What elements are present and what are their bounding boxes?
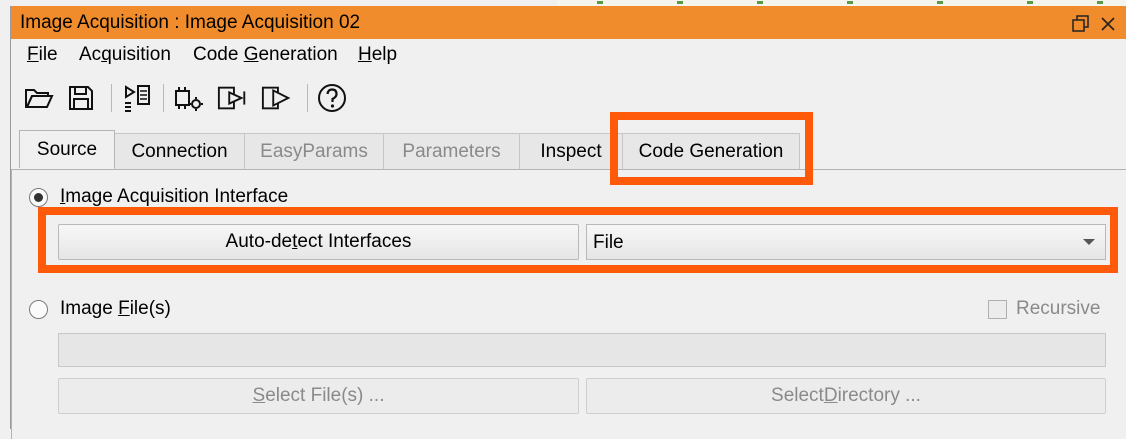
file-path-field[interactable] — [58, 333, 1106, 367]
close-icon[interactable] — [1098, 14, 1118, 34]
tab-connection[interactable]: Connection — [114, 133, 245, 169]
menu-help[interactable]: Help — [358, 44, 397, 66]
tab-label: Source — [36, 138, 98, 160]
select-directory-button[interactable]: Select Directory ... — [586, 378, 1106, 414]
tab-label: Inspect — [540, 140, 602, 162]
tab-label: EasyParams — [260, 140, 368, 162]
source-panel: Image Acquisition Interface Auto-de t ect … — [11, 169, 1126, 439]
recursive-checkbox[interactable] — [988, 300, 1007, 319]
help-icon[interactable] — [316, 82, 348, 114]
toolbar — [11, 78, 1126, 118]
chevron-down-icon — [1083, 239, 1095, 245]
toolbar-separator — [163, 84, 164, 112]
tab-label: Code Generation — [638, 140, 784, 162]
toolbar-separator — [307, 84, 308, 112]
recursive-label: Recursive — [1016, 298, 1101, 319]
image-files-radio[interactable] — [29, 300, 48, 319]
interface-select-value: File — [593, 232, 624, 253]
interface-radio-label[interactable]: Image Acquisition Interface — [60, 186, 288, 208]
tab-label: Connection — [131, 140, 228, 162]
image-acquisition-window: Image Acquisition : Image Acquisition 02… — [10, 6, 1126, 439]
snap-icon[interactable] — [217, 82, 249, 114]
interface-radio[interactable] — [29, 188, 48, 207]
detect-icon[interactable] — [121, 82, 153, 114]
window-title: Image Acquisition : Image Acquisition 02 — [20, 12, 361, 33]
menu-file[interactable]: File — [27, 44, 58, 66]
restore-icon[interactable] — [1071, 14, 1091, 34]
tab-bar: Source Connection EasyParams Parameters … — [11, 130, 1126, 170]
toolbar-separator — [111, 84, 112, 112]
open-folder-icon[interactable] — [23, 82, 55, 114]
tab-source[interactable]: Source — [19, 130, 115, 168]
select-files-button[interactable]: Select File(s) ... — [58, 378, 579, 414]
tab-label: Parameters — [402, 140, 501, 162]
tab-easyparams[interactable]: EasyParams — [244, 133, 384, 169]
menu-code-generation[interactable]: Code Generation — [193, 44, 338, 66]
autodetect-interfaces-button[interactable]: Auto-de t ect Interfaces — [58, 224, 579, 260]
tab-code-generation[interactable]: Code Generation — [622, 133, 800, 169]
title-bar[interactable]: Image Acquisition : Image Acquisition 02 — [11, 6, 1126, 39]
interface-select[interactable]: File — [586, 224, 1106, 260]
settings-chip-icon[interactable] — [173, 82, 205, 114]
tab-parameters[interactable]: Parameters — [383, 133, 520, 169]
image-files-radio-label[interactable]: Image File(s) — [60, 298, 171, 320]
save-icon[interactable] — [65, 82, 97, 114]
menu-acquisition[interactable]: Acquisition — [79, 44, 171, 66]
menu-bar: File Acquisition Code Generation Help — [11, 40, 1126, 70]
tab-inspect[interactable]: Inspect — [519, 133, 623, 169]
live-icon[interactable] — [261, 82, 293, 114]
